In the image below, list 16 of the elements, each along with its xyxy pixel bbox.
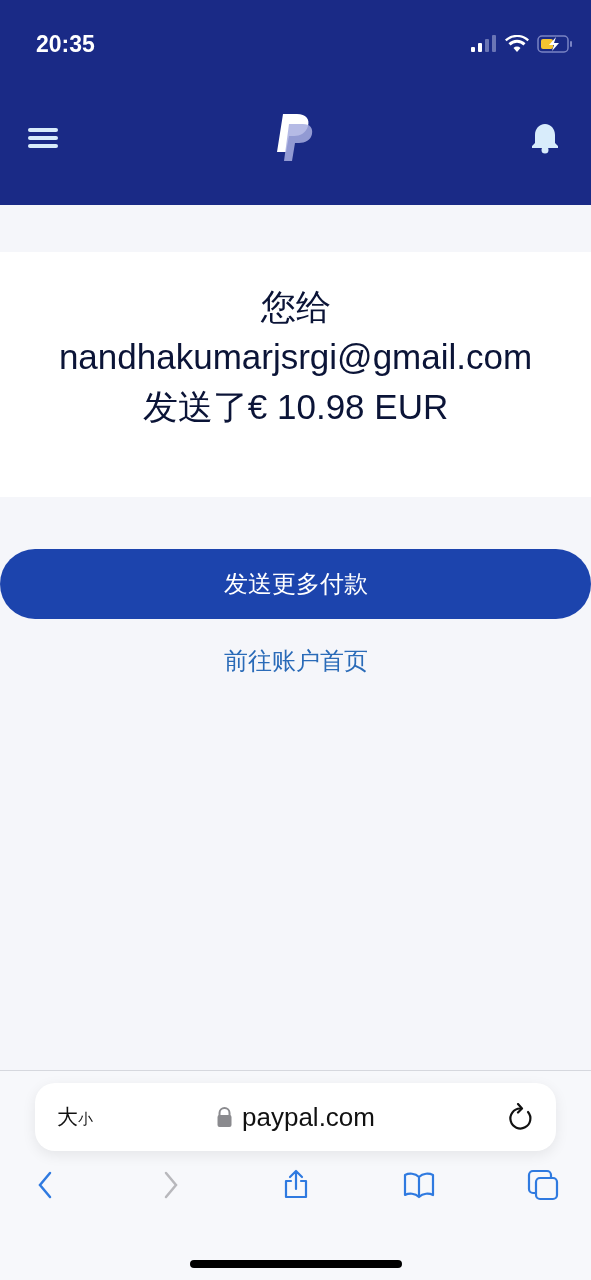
account-home-link[interactable]: 前往账户首页 <box>223 643 368 679</box>
text-size-button[interactable]: 大小 <box>57 1103 93 1131</box>
recipient-email: nandhakumarjsrgi@gmail.com <box>58 336 533 378</box>
message-text: 您给 <box>260 286 331 328</box>
url-text[interactable]: paypal.com <box>242 1101 375 1133</box>
lock-icon <box>216 1107 232 1127</box>
wifi-icon <box>505 35 529 53</box>
send-more-button[interactable]: 发送更多付款 <box>0 549 591 619</box>
status-time: 20:35 <box>36 30 95 58</box>
reload-icon[interactable] <box>508 1103 534 1131</box>
logo-icon <box>274 114 315 162</box>
amount-text: 发送了€ 10.98 EUR <box>142 386 449 428</box>
notifications-icon[interactable] <box>531 122 559 154</box>
signal-icon <box>471 35 497 53</box>
tabs-icon[interactable] <box>525 1169 561 1201</box>
menu-icon[interactable] <box>28 127 58 149</box>
